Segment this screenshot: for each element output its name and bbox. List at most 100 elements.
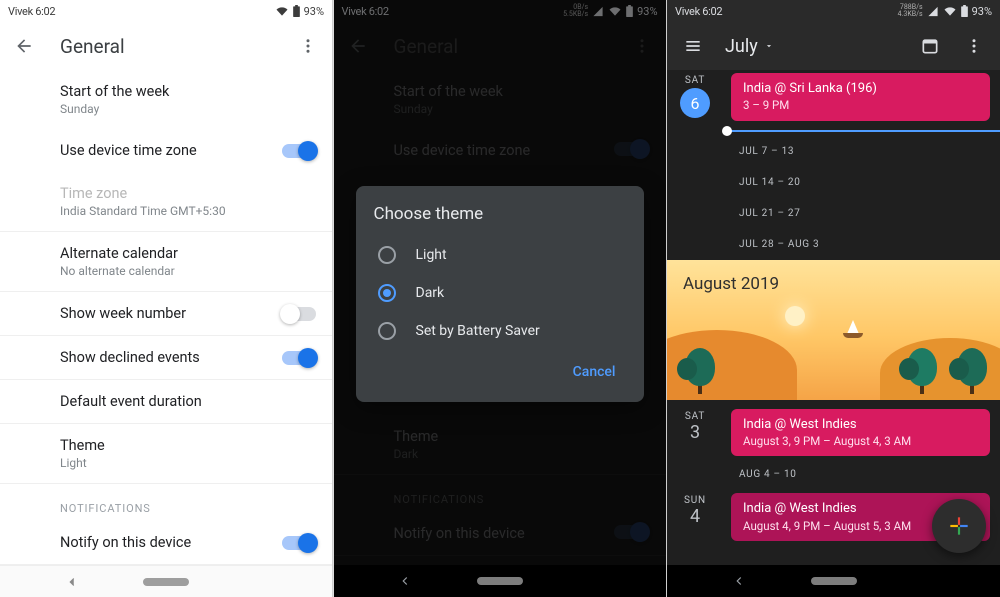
toggle-device-timezone[interactable] bbox=[282, 144, 316, 158]
row-use-device-time-zone[interactable]: Use device time zone bbox=[0, 129, 332, 172]
radio-icon bbox=[378, 246, 396, 264]
row-subtitle: Sunday bbox=[60, 102, 314, 116]
month-hero-title: August 2019 bbox=[683, 274, 779, 294]
cancel-button[interactable]: Cancel bbox=[563, 356, 626, 388]
dow: SAT bbox=[667, 75, 723, 86]
nav-bar bbox=[334, 565, 666, 597]
row-show-declined[interactable]: Show declined events bbox=[0, 336, 332, 379]
option-label: Dark bbox=[416, 285, 445, 301]
nav-back-icon[interactable] bbox=[398, 574, 412, 588]
phone-calendar-schedule: Vivek 6:02 788B/s4.3KB/s 93% July SAT bbox=[667, 0, 1000, 597]
signal-icon bbox=[927, 6, 939, 17]
event-subtitle: August 3, 9 PM – August 4, 3 AM bbox=[743, 434, 978, 448]
radio-icon bbox=[378, 284, 396, 302]
dialog-title: Choose theme bbox=[374, 204, 636, 224]
week-label[interactable]: JUL 14 – 20 bbox=[667, 167, 1000, 198]
nav-home-pill[interactable] bbox=[143, 578, 189, 586]
plus-multicolor-icon bbox=[946, 513, 972, 539]
overflow-button[interactable] bbox=[962, 34, 986, 58]
calendar-today-icon bbox=[920, 36, 940, 56]
today-row: SAT 6 India @ Sri Lanka (196) 3 – 9 PM bbox=[667, 70, 1000, 124]
nav-back-icon[interactable] bbox=[65, 575, 79, 589]
week-label[interactable]: JUL 28 – AUG 3 bbox=[667, 229, 1000, 260]
back-button[interactable] bbox=[12, 34, 36, 58]
row-notify-on-device[interactable]: Notify on this device bbox=[0, 521, 332, 564]
status-left: Vivek 6:02 bbox=[675, 5, 722, 18]
row-title: Notify on this device bbox=[60, 534, 282, 551]
option-light[interactable]: Light bbox=[374, 236, 636, 274]
hamburger-icon bbox=[683, 36, 703, 56]
tree-icon bbox=[957, 348, 987, 394]
event-card[interactable]: India @ West Indies August 3, 9 PM – Aug… bbox=[731, 409, 990, 457]
sun-icon bbox=[785, 306, 805, 326]
phone-light-settings: Vivek 6:02 93% General Start of the week… bbox=[0, 0, 333, 597]
toggle-declined[interactable] bbox=[282, 351, 316, 365]
option-label: Set by Battery Saver bbox=[416, 323, 540, 339]
schedule-list[interactable]: SAT 6 India @ Sri Lanka (196) 3 – 9 PM J… bbox=[667, 70, 1000, 565]
nav-home-pill[interactable] bbox=[811, 577, 857, 585]
row-title: Theme bbox=[60, 437, 314, 454]
date-chip[interactable]: SUN 4 bbox=[667, 493, 723, 528]
date-chip[interactable]: SAT 3 bbox=[667, 409, 723, 444]
day-number: 4 bbox=[667, 506, 723, 528]
now-indicator bbox=[727, 130, 1000, 132]
row-title: Alternate calendar bbox=[60, 245, 314, 262]
option-label: Light bbox=[416, 247, 447, 263]
event-card[interactable]: India @ Sri Lanka (196) 3 – 9 PM bbox=[731, 73, 990, 121]
more-vert-icon bbox=[965, 37, 983, 55]
phone-dark-settings-dialog: Vivek 6:02 0B/s5.5KB/s 93% General Start… bbox=[334, 0, 667, 597]
boat-icon bbox=[847, 320, 863, 338]
week-label[interactable]: AUG 4 – 10 bbox=[667, 459, 1000, 490]
section-notifications: Notifications bbox=[0, 484, 332, 521]
nav-bar bbox=[0, 565, 332, 597]
row-subtitle: Light bbox=[60, 456, 314, 470]
more-vert-icon bbox=[299, 37, 317, 55]
menu-button[interactable] bbox=[681, 34, 705, 58]
row-start-of-week[interactable]: Start of the week Sunday bbox=[0, 70, 332, 129]
date-chip-today[interactable]: SAT 6 bbox=[667, 73, 723, 118]
row-title: Show week number bbox=[60, 305, 282, 322]
row-title: Default event duration bbox=[60, 393, 314, 410]
row-subtitle: No alternate calendar bbox=[60, 264, 314, 278]
dow: SUN bbox=[667, 495, 723, 506]
month-dropdown[interactable]: July bbox=[725, 36, 774, 57]
chevron-down-icon bbox=[764, 41, 774, 51]
month-hero-august: August 2019 bbox=[667, 260, 1000, 400]
tree-icon bbox=[685, 348, 715, 394]
nav-home-pill[interactable] bbox=[477, 577, 523, 585]
battery-icon bbox=[293, 5, 300, 17]
row-title: Start of the week bbox=[60, 83, 314, 100]
row-default-event-duration[interactable]: Default event duration bbox=[0, 380, 332, 423]
radio-icon bbox=[378, 322, 396, 340]
row-title: Time zone bbox=[60, 185, 314, 202]
event-row: SAT 3 India @ West Indies August 3, 9 PM… bbox=[667, 406, 1000, 460]
status-bar: Vivek 6:02 788B/s4.3KB/s 93% bbox=[667, 0, 1000, 22]
today-button[interactable] bbox=[918, 34, 942, 58]
event-title: India @ Sri Lanka (196) bbox=[743, 81, 978, 97]
create-event-fab[interactable] bbox=[932, 499, 986, 553]
status-right: 788B/s4.3KB/s 93% bbox=[898, 4, 992, 18]
toggle-notify-device[interactable] bbox=[282, 536, 316, 550]
row-theme[interactable]: Theme Light bbox=[0, 424, 332, 483]
row-show-week-number[interactable]: Show week number bbox=[0, 292, 332, 335]
wifi-icon bbox=[275, 6, 289, 17]
week-label[interactable]: JUL 21 – 27 bbox=[667, 198, 1000, 229]
app-bar: July bbox=[667, 22, 1000, 70]
row-alternate-calendar[interactable]: Alternate calendar No alternate calendar bbox=[0, 232, 332, 291]
wifi-icon bbox=[943, 6, 957, 17]
overflow-button[interactable] bbox=[296, 34, 320, 58]
option-dark[interactable]: Dark bbox=[374, 274, 636, 312]
battery-percent: 93% bbox=[304, 5, 324, 18]
battery-icon bbox=[961, 5, 968, 17]
toggle-week-number[interactable] bbox=[282, 307, 316, 321]
row-time-zone: Time zone India Standard Time GMT+5:30 bbox=[0, 172, 332, 231]
row-title: Use device time zone bbox=[60, 142, 282, 159]
option-battery-saver[interactable]: Set by Battery Saver bbox=[374, 312, 636, 350]
nav-back-icon[interactable] bbox=[732, 574, 746, 588]
settings-list: Start of the week Sunday Use device time… bbox=[0, 70, 332, 597]
page-title: General bbox=[60, 35, 125, 58]
day-number: 6 bbox=[680, 88, 710, 118]
row-title: Show declined events bbox=[60, 349, 282, 366]
week-label[interactable]: JUL 7 – 13 bbox=[667, 136, 1000, 167]
event-subtitle: 3 – 9 PM bbox=[743, 98, 978, 112]
